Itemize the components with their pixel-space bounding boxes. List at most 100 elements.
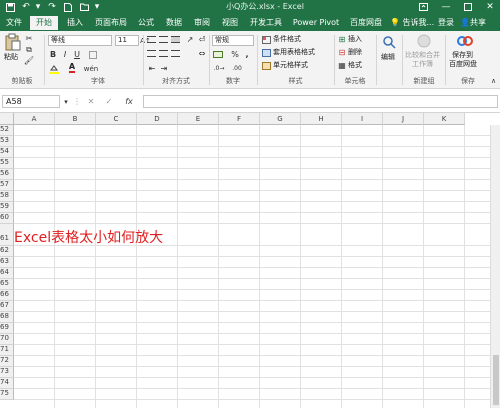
- cell-styles-button[interactable]: 单元格样式: [273, 61, 308, 70]
- wrap-text-icon[interactable]: ⏎: [197, 34, 207, 44]
- paste-button[interactable]: 粘贴: [4, 53, 18, 62]
- row-header-60[interactable]: 60: [0, 213, 14, 224]
- decrease-indent-icon[interactable]: ⇤: [147, 63, 157, 73]
- number-format-select[interactable]: 常规: [212, 35, 254, 46]
- cell-styles-icon[interactable]: [261, 61, 271, 70]
- align-center-icon[interactable]: [159, 50, 168, 57]
- format-cells-button[interactable]: 格式: [348, 61, 362, 70]
- column-header-b[interactable]: B: [55, 113, 96, 125]
- open-file-icon[interactable]: [78, 1, 90, 13]
- worksheet-grid[interactable]: ABCDEFGHIJK 52 53 54 55 56 57 58 59 60 61 62 63 64 65…: [0, 113, 500, 408]
- font-color-icon[interactable]: A: [66, 62, 78, 74]
- align-middle-icon[interactable]: [159, 36, 168, 43]
- drag-handle-icon[interactable]: ⋮: [73, 97, 81, 106]
- align-top-icon[interactable]: [147, 36, 156, 43]
- tab-data[interactable]: 数据: [162, 16, 186, 30]
- insert-function-icon[interactable]: fx: [123, 96, 135, 106]
- column-header-k[interactable]: K: [424, 113, 465, 125]
- undo-dropdown-icon[interactable]: ▾: [34, 1, 42, 13]
- name-box-dropdown-icon[interactable]: ▾: [62, 97, 70, 106]
- conditional-format-button[interactable]: 条件格式: [273, 35, 301, 44]
- font-name-select[interactable]: 等线: [48, 35, 112, 46]
- login-button[interactable]: 登录: [438, 16, 454, 30]
- select-all-corner[interactable]: [0, 113, 14, 125]
- compare-merge-line1[interactable]: 比较和合并: [405, 51, 440, 60]
- row-header-59[interactable]: 59: [0, 202, 14, 213]
- increase-indent-icon[interactable]: ⇥: [159, 63, 169, 73]
- row-header-67[interactable]: 67: [0, 301, 14, 312]
- name-box[interactable]: A58: [2, 95, 60, 108]
- save-to-baidu-line1[interactable]: 保存到: [452, 51, 473, 60]
- share-button[interactable]: 👤共享: [460, 16, 486, 30]
- column-header-i[interactable]: I: [342, 113, 383, 125]
- column-header-a[interactable]: A: [14, 113, 55, 125]
- editing-button[interactable]: 编辑: [381, 53, 395, 62]
- cell-a61-text[interactable]: Excel表格太小如何放大: [14, 230, 163, 246]
- align-right-icon[interactable]: [171, 50, 180, 57]
- increase-decimal-icon[interactable]: .0→: [212, 63, 226, 73]
- tab-formulas[interactable]: 公式: [134, 16, 158, 30]
- paste-icon[interactable]: [4, 33, 22, 55]
- cut-icon[interactable]: ✂: [24, 34, 34, 43]
- percent-button[interactable]: %: [230, 49, 240, 60]
- fill-color-icon[interactable]: [48, 63, 60, 74]
- table-format-button[interactable]: 套用表格格式: [273, 48, 315, 57]
- column-header-d[interactable]: D: [137, 113, 178, 125]
- column-header-c[interactable]: C: [96, 113, 137, 125]
- copy-icon[interactable]: ⧉: [24, 45, 34, 54]
- orientation-icon[interactable]: ↗: [185, 34, 195, 44]
- column-header-f[interactable]: F: [219, 113, 260, 125]
- minimize-button[interactable]: —: [436, 0, 456, 14]
- search-icon[interactable]: [379, 35, 399, 53]
- row-header-54[interactable]: 54: [0, 147, 14, 158]
- row-header-68[interactable]: 68: [0, 312, 14, 323]
- row-header-69[interactable]: 69: [0, 323, 14, 334]
- row-header-74[interactable]: 74: [0, 378, 14, 389]
- tab-page-layout[interactable]: 页面布局: [92, 16, 130, 30]
- row-header-56[interactable]: 56: [0, 169, 14, 180]
- row-header-70[interactable]: 70: [0, 334, 14, 345]
- comma-button[interactable]: ,: [242, 49, 252, 60]
- row-header-66[interactable]: 66: [0, 290, 14, 301]
- row-header-73[interactable]: 73: [0, 367, 14, 378]
- new-file-icon[interactable]: [62, 1, 74, 13]
- merge-center-icon[interactable]: ⇔: [197, 48, 207, 58]
- table-format-icon[interactable]: [261, 48, 271, 57]
- tell-me-box[interactable]: 💡 告诉我...: [390, 16, 434, 30]
- phonetic-icon[interactable]: wén: [84, 63, 98, 74]
- column-header-j[interactable]: J: [383, 113, 424, 125]
- conditional-format-icon[interactable]: [261, 35, 271, 44]
- align-bottom-icon[interactable]: [171, 36, 180, 43]
- column-header-e[interactable]: E: [178, 113, 219, 125]
- scrollbar-thumb[interactable]: [493, 355, 499, 405]
- save-icon[interactable]: [4, 1, 16, 13]
- row-header-71[interactable]: 71: [0, 345, 14, 356]
- cancel-icon[interactable]: ✕: [86, 96, 96, 106]
- underline-button[interactable]: U: [72, 49, 82, 60]
- row-header-64[interactable]: 64: [0, 268, 14, 279]
- baidu-netdisk-icon[interactable]: [455, 34, 475, 52]
- tab-insert[interactable]: 插入: [62, 16, 88, 30]
- format-cells-icon[interactable]: ▦: [337, 61, 347, 70]
- row-header-75[interactable]: 75: [0, 389, 14, 400]
- enter-icon[interactable]: ✓: [104, 96, 114, 106]
- insert-cells-icon[interactable]: ⊞: [337, 35, 347, 44]
- tab-baidu-netdisk[interactable]: 百度网盘: [346, 16, 386, 30]
- tab-home[interactable]: 开始: [30, 16, 58, 30]
- tab-file[interactable]: 文件: [2, 16, 26, 30]
- row-header-53[interactable]: 53: [0, 136, 14, 147]
- tab-review[interactable]: 审阅: [190, 16, 214, 30]
- format-painter-icon[interactable]: 🖌: [24, 56, 34, 65]
- row-header-61[interactable]: 61: [0, 224, 14, 246]
- row-header-58[interactable]: 58: [0, 191, 14, 202]
- row-header-72[interactable]: 72: [0, 356, 14, 367]
- maximize-button[interactable]: [458, 0, 478, 14]
- tab-developer[interactable]: 开发工具: [246, 16, 286, 30]
- undo-icon[interactable]: ↶: [20, 1, 32, 13]
- decrease-decimal-icon[interactable]: .00: [230, 63, 244, 73]
- italic-button[interactable]: I: [60, 49, 70, 60]
- redo-icon[interactable]: ↷: [46, 1, 58, 13]
- row-header-55[interactable]: 55: [0, 158, 14, 169]
- accounting-format-icon[interactable]: [212, 49, 224, 60]
- font-size-select[interactable]: 11: [115, 35, 139, 46]
